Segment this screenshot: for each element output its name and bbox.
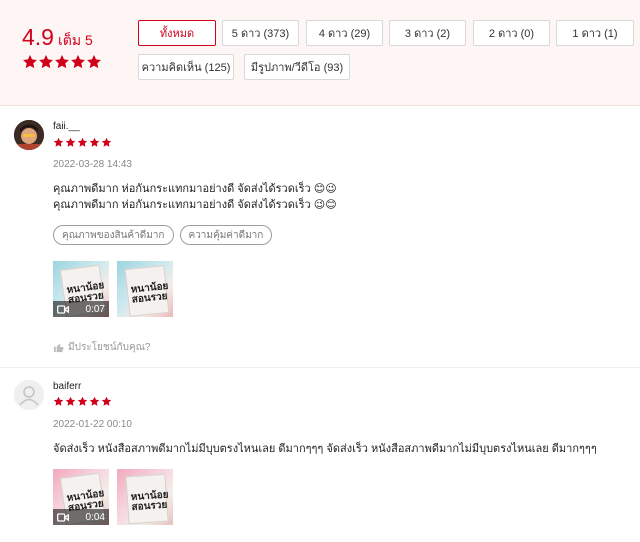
star-icon [87,55,101,69]
star-icon [101,396,112,406]
helpful-button[interactable]: มีประโยชน์กับคุณ? [53,340,150,355]
review-tags: คุณภาพของสินค้าดีมาก ความคุ้มค่าดีมาก [53,225,273,245]
review-item: baiferr 2022-01-22 00:10 จัดส่งเร็ว หนัง… [0,368,640,542]
filter-media-button[interactable]: มีรูปภาพ/วีดีโอ (93) [244,54,350,80]
star-icon [65,396,76,406]
review-media: หนาน้อย สอนรวย 0:04 หนาน้อย สอนรวย [53,469,173,525]
review-rating-stars [53,137,112,148]
review-media: หนาน้อย สอนรวย 0:07 หนาน้อย สอนรวย [53,261,173,317]
star-icon [55,55,69,69]
comment-line: จัดส่งเร็ว หนังสือสภาพดีมากไม่มีบุบตรงไห… [53,443,597,455]
avatar[interactable] [14,380,44,410]
filter-3-star-button[interactable]: 3 ดาว (2) [389,20,466,46]
filter-1-star-button[interactable]: 1 ดาว (1) [556,20,634,46]
thumbs-up-icon [53,343,64,353]
star-icon [71,55,85,69]
review-image-thumbnail[interactable]: หนาน้อย สอนรวย [117,469,173,525]
book-cover-title: หนาน้อย สอนรวย [130,280,169,306]
review-tag: คุณภาพของสินค้าดีมาก [53,225,174,245]
review-tag: ความคุ้มค่าดีมาก [179,225,273,245]
avatar-photo-icon [14,120,44,150]
star-icon [53,137,64,147]
star-icon [77,137,88,147]
star-icon [89,137,100,147]
star-icon [89,396,100,406]
review-comment: จัดส่งเร็ว หนังสือสภาพดีมากไม่มีบุบตรงไห… [53,441,613,457]
comment-line: คุณภาพดีมาก ห่อกันกระแทกมาอย่างดี จัดส่ง… [53,199,337,211]
review-comment: คุณภาพดีมาก ห่อกันกระแทกมาอย่างดี จัดส่ง… [53,181,613,213]
review-video-thumbnail[interactable]: หนาน้อย สอนรวย 0:07 [53,261,109,317]
user-icon [14,380,44,410]
score-value: 4.9 [22,24,54,50]
filter-4-star-button[interactable]: 4 ดาว (29) [306,20,383,46]
rating-summary: 4.9 เต็ม 5 ทั้งหมด 5 ดาว (373) 4 ดาว (29)… [0,0,640,106]
filter-2-star-button[interactable]: 2 ดาว (0) [473,20,550,46]
comment-line: คุณภาพดีมาก ห่อกันกระแทกมาอย่างดี จัดส่ง… [53,183,337,195]
review-video-thumbnail[interactable]: หนาน้อย สอนรวย 0:04 [53,469,109,525]
star-icon [23,55,37,69]
video-camera-icon [57,304,69,314]
helpful-label: มีประโยชน์กับคุณ? [68,342,151,353]
star-icon [65,137,76,147]
filter-all-button[interactable]: ทั้งหมด [138,20,216,46]
review-timestamp: 2022-01-22 00:10 [53,419,132,430]
star-icon [77,396,88,406]
star-icon [39,55,53,69]
review-username[interactable]: faii.__ [53,121,80,132]
star-icon [53,396,64,406]
review-timestamp: 2022-03-28 14:43 [53,159,132,170]
filter-5-star-button[interactable]: 5 ดาว (373) [222,20,299,46]
overall-stars [22,54,102,70]
review-username[interactable]: baiferr [53,381,81,392]
video-duration: 0:04 [85,511,105,523]
score-suffix: เต็ม 5 [57,32,93,48]
review-rating-stars [53,396,112,407]
video-camera-icon [57,512,69,522]
video-duration: 0:07 [85,303,105,315]
review-image-thumbnail[interactable]: หนาน้อย สอนรวย [117,261,173,317]
avatar[interactable] [14,120,44,150]
book-cover-title: หนาน้อย สอนรวย [130,489,169,514]
review-item: faii.__ 2022-03-28 14:43 คุณภาพดีมาก ห่อ… [0,106,640,368]
overall-score: 4.9 เต็ม 5 [22,24,112,69]
star-icon [101,137,112,147]
filter-comments-button[interactable]: ความคิดเห็น (125) [138,54,234,80]
